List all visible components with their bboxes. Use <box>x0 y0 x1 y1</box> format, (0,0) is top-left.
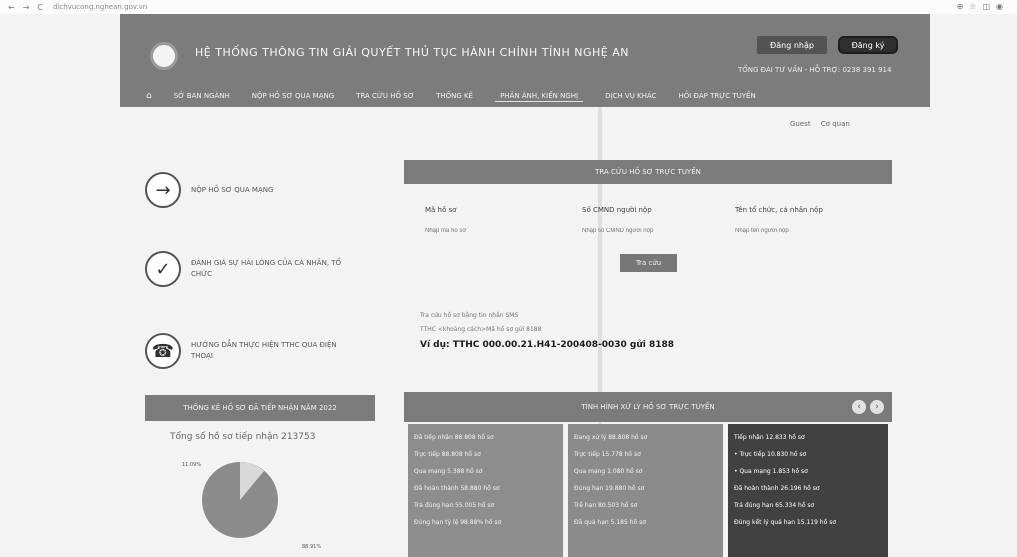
feature-label: ĐÁNH GIÁ SỰ HÀI LÒNG CỦA CÁ NHÂN, TỔ CHỨ… <box>191 259 342 278</box>
next-icon[interactable]: › <box>870 400 884 414</box>
pie-label-large: 88.91% <box>302 544 322 550</box>
nav-item-departments[interactable]: SỞ BAN NGÀNH <box>174 92 230 100</box>
login-button[interactable]: Đăng nhập <box>757 36 827 54</box>
feature-label: NỘP HỒ SƠ QUA MẠNG <box>191 185 274 194</box>
nav-item-statistics[interactable]: THỐNG KÊ <box>436 92 473 100</box>
applicant-name-label: Tên tổ chức, cá nhân nộp <box>735 206 823 214</box>
home-icon[interactable]: ⌂ <box>146 91 152 101</box>
nav-item-feedback[interactable]: PHẢN ÁNH, KIẾN NGHỊ <box>495 91 584 102</box>
stat-row: Đúng kết lý quá hạn 15.119 hồ sơ <box>734 519 836 526</box>
stat-row: Trả đúng hạn 55.005 hồ sơ <box>414 502 495 509</box>
stat-row: Đã quá hạn 5.185 hồ sơ <box>574 519 646 526</box>
hotline-text: TỔNG ĐÀI TƯ VẤN - HỖ TRỢ: 0238 391 914 <box>738 66 892 74</box>
site-title: HỆ THỐNG THÔNG TIN GIẢI QUYẾT THỦ TỤC HÀ… <box>195 46 629 59</box>
record-code-input[interactable] <box>425 224 565 238</box>
nav-item-other-services[interactable]: DỊCH VỤ KHÁC <box>605 92 656 100</box>
stat-row: Trực tiếp 15.778 hồ sơ <box>574 451 641 458</box>
sms-example: Ví dụ: TTHC 000.00.21.H41-200408-0030 gử… <box>420 340 675 350</box>
feature-submit-online[interactable]: → NỘP HỒ SƠ QUA MẠNG <box>145 172 351 208</box>
feature-label: HƯỚNG DẪN THỰC HIỆN TTHC QUA ĐIỆN THOẠI <box>191 341 337 360</box>
processing-column-in-progress: Đang xử lý 88.808 hồ sơ Trực tiếp 15.778… <box>568 424 723 557</box>
stat-row: Đúng hạn tỷ lệ 98.88% hồ sơ <box>414 519 502 526</box>
id-number-label: Số CMND người nộp <box>582 206 652 214</box>
forward-icon[interactable]: → <box>23 3 30 12</box>
stat-row: Tiếp nhận 12.833 hồ sơ <box>734 434 805 441</box>
agency-dropdown[interactable]: Cơ quan <box>821 120 850 128</box>
stat-row: Qua mạng 5.388 hồ sơ <box>414 468 483 475</box>
nav-item-qa[interactable]: HỎI ĐÁP TRỰC TUYẾN <box>678 92 755 100</box>
id-number-input[interactable] <box>582 224 722 238</box>
processing-column-received: Đã tiếp nhận 88.808 hồ sơ Trực tiếp 88.8… <box>408 424 563 557</box>
emblem-logo <box>150 42 178 70</box>
processing-title: TÌNH HÌNH XỬ LÝ HỒ SƠ TRỰC TUYẾN <box>581 403 715 411</box>
stat-row: Đúng hạn 19.880 hồ sơ <box>574 485 645 492</box>
guest-label: Guest <box>790 120 811 128</box>
browser-toolbar: ← → C dichvucong.nghean.gov.vn ⊕☆◫◉ <box>0 0 1017 14</box>
stat-row: Đã hoàn thành 26.196 hồ sơ <box>734 485 820 492</box>
main-nav: ⌂ SỞ BAN NGÀNH NỘP HỒ SƠ QUA MẠNG TRA CỨ… <box>146 89 778 103</box>
total-received: Tổng số hồ sơ tiếp nhận 213753 <box>170 432 316 442</box>
site-header: HỆ THỐNG THÔNG TIN GIẢI QUYẾT THỦ TỤC HÀ… <box>120 14 930 107</box>
sms-hint: Tra cứu hồ sơ bằng tin nhắn SMS <box>420 312 519 319</box>
pie-label-small: 11.09% <box>182 462 202 468</box>
feature-phone-guide[interactable]: ☎ HƯỚNG DẪN THỰC HIỆN TTHC QUA ĐIỆN THOẠ… <box>145 333 351 369</box>
nav-item-lookup[interactable]: TRA CỨU HỒ SƠ <box>356 92 414 100</box>
search-panel-title: TRA CỨU HỒ SƠ TRỰC TUYẾN <box>404 160 892 184</box>
phone-icon: ☎ <box>145 333 181 369</box>
stats-pie-chart <box>195 455 285 549</box>
reload-icon[interactable]: C <box>37 3 43 12</box>
processing-column-online: Tiếp nhận 12.833 hồ sơ • Trực tiếp 10.83… <box>728 424 888 557</box>
stat-row: Trễ hạn 80.503 hồ sơ <box>574 502 638 509</box>
back-icon[interactable]: ← <box>8 3 15 12</box>
feature-satisfaction[interactable]: ✓ ĐÁNH GIÁ SỰ HÀI LÒNG CỦA CÁ NHÂN, TỔ C… <box>145 251 351 287</box>
address-bar[interactable]: dichvucong.nghean.gov.vn <box>53 3 147 11</box>
arrow-right-icon: → <box>145 172 181 208</box>
stat-row: Đã tiếp nhận 88.808 hồ sơ <box>414 434 494 441</box>
stat-row: Trả đúng hạn 65.334 hồ sơ <box>734 502 815 509</box>
register-button[interactable]: Đăng ký <box>838 36 898 54</box>
sms-syntax: TTHC <khoảng cách>Mã hồ sơ gửi 8188 <box>420 326 542 333</box>
processing-panel-title: TÌNH HÌNH XỬ LÝ HỒ SƠ TRỰC TUYẾN ‹ › <box>404 392 892 422</box>
stat-row: Qua mạng 1.080 hồ sơ <box>574 468 643 475</box>
stat-row: • Trực tiếp 10.830 hồ sơ <box>734 451 807 458</box>
user-menu: Guest Cơ quan <box>790 120 858 128</box>
stat-row: Đã hoàn thành 58.880 hồ sơ <box>414 485 500 492</box>
browser-actions-icon[interactable]: ⊕☆◫◉ <box>957 2 1009 11</box>
nav-item-submit-online[interactable]: NỘP HỒ SƠ QUA MẠNG <box>252 92 334 100</box>
stat-row: • Qua mạng 1.853 hồ sơ <box>734 468 808 475</box>
stat-row: Đang xử lý 88.808 hồ sơ <box>574 434 648 441</box>
stat-row: Trực tiếp 88.808 hồ sơ <box>414 451 481 458</box>
record-code-label: Mã hồ sơ <box>425 206 457 214</box>
search-button[interactable]: Tra cứu <box>620 254 677 272</box>
check-icon: ✓ <box>145 251 181 287</box>
prev-icon[interactable]: ‹ <box>852 400 866 414</box>
stats-panel-title[interactable]: THỐNG KÊ HỒ SƠ ĐÃ TIẾP NHẬN NĂM 2022 <box>145 395 375 421</box>
applicant-name-input[interactable] <box>735 224 875 238</box>
